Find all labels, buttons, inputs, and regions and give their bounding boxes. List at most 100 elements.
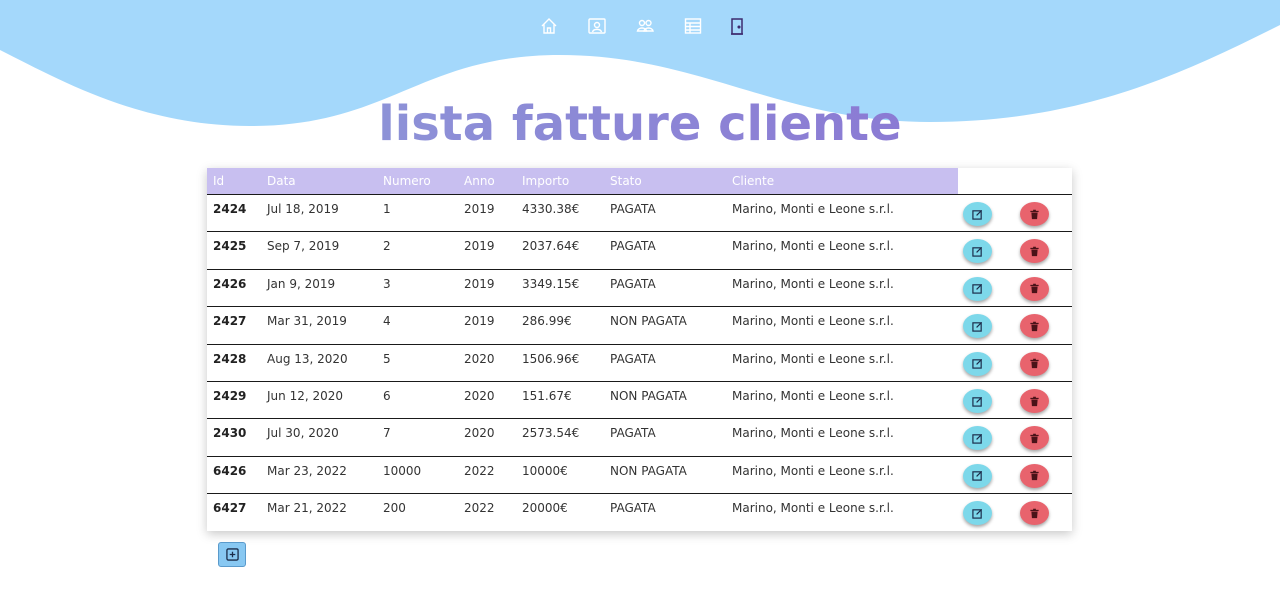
delete-invoice-button[interactable] bbox=[1020, 426, 1049, 451]
cell-numero: 2 bbox=[383, 239, 391, 254]
table-row: 2425 Sep 7, 2019 2 2019 2037.64€ PAGATA Marino… bbox=[207, 231, 1072, 268]
cell-data: Mar 31, 2019 bbox=[267, 314, 347, 329]
table-row: 2429 Jun 12, 2020 6 2020 151.67€ NON PAGATA Ma… bbox=[207, 381, 1072, 418]
cell-cliente: Marino, Monti e Leone s.r.l. bbox=[732, 463, 894, 478]
cell-importo: 3349.15€ bbox=[522, 276, 580, 291]
delete-invoice-button[interactable] bbox=[1020, 501, 1049, 526]
trash-icon bbox=[1030, 358, 1039, 369]
edit-invoice-button[interactable] bbox=[963, 276, 992, 301]
nav-profile[interactable] bbox=[587, 16, 607, 36]
trash-icon bbox=[1030, 209, 1039, 219]
add-invoice-button[interactable] bbox=[218, 542, 246, 567]
table-row: 2427 Mar 31, 2019 4 2019 286.99€ NON PAGATA Ma… bbox=[207, 306, 1072, 343]
cell-data: Sep 7, 2019 bbox=[267, 239, 340, 254]
cell-stato: PAGATA bbox=[610, 276, 656, 291]
edit-invoice-button[interactable] bbox=[963, 501, 992, 526]
edit-invoice-button[interactable] bbox=[963, 389, 992, 413]
column-header-importo: Importo bbox=[522, 174, 570, 188]
cell-data: Jan 9, 2019 bbox=[267, 276, 336, 291]
cell-importo: 2037.64€ bbox=[522, 239, 580, 254]
trash-icon bbox=[1030, 246, 1039, 256]
cell-data: Aug 13, 2020 bbox=[267, 351, 348, 366]
cell-id: 6427 bbox=[213, 501, 247, 516]
table-row: 6427 Mar 21, 2022 200 2022 20000€ PAGATA Marin… bbox=[207, 493, 1072, 530]
cell-stato: PAGATA bbox=[610, 239, 656, 254]
trash-icon bbox=[1030, 471, 1039, 481]
cell-stato: PAGATA bbox=[610, 202, 656, 216]
edit-icon bbox=[972, 246, 983, 257]
cell-data: Mar 21, 2022 bbox=[267, 501, 347, 516]
cell-numero: 200 bbox=[383, 501, 406, 516]
cell-numero: 6 bbox=[383, 389, 391, 403]
cell-cliente: Marino, Monti e Leone s.r.l. bbox=[732, 202, 894, 216]
edit-icon bbox=[972, 321, 983, 332]
edit-invoice-button[interactable] bbox=[963, 463, 992, 488]
edit-invoice-button[interactable] bbox=[963, 239, 992, 264]
cell-id: 2429 bbox=[213, 389, 247, 403]
cell-numero: 4 bbox=[383, 314, 391, 329]
cell-data: Jul 30, 2020 bbox=[267, 426, 339, 441]
delete-invoice-button[interactable] bbox=[1020, 389, 1049, 413]
delete-invoice-button[interactable] bbox=[1020, 239, 1049, 264]
cell-id: 2424 bbox=[213, 202, 247, 216]
edit-icon bbox=[972, 396, 983, 407]
table-row: 2430 Jul 30, 2020 7 2020 2573.54€ PAGATA Marin… bbox=[207, 418, 1072, 455]
cell-stato: PAGATA bbox=[610, 501, 656, 516]
delete-invoice-button[interactable] bbox=[1020, 351, 1049, 376]
cell-numero: 7 bbox=[383, 426, 391, 441]
invoice-table: Id Data Numero Anno Importo Stato Client… bbox=[207, 168, 1072, 531]
trash-icon bbox=[1030, 284, 1039, 294]
edit-icon bbox=[972, 209, 983, 220]
edit-icon bbox=[972, 359, 983, 369]
cell-data: Jul 18, 2019 bbox=[267, 202, 339, 216]
trash-icon bbox=[1030, 396, 1039, 406]
table-header: Id Data Numero Anno Importo Stato Client… bbox=[207, 168, 958, 194]
cell-id: 6426 bbox=[213, 463, 247, 478]
cell-importo: 286.99€ bbox=[522, 314, 572, 329]
page-title: lista fatture cliente bbox=[0, 96, 1280, 152]
column-header-numero: Numero bbox=[383, 174, 431, 188]
edit-icon bbox=[972, 284, 983, 294]
cell-data: Mar 23, 2022 bbox=[267, 463, 347, 478]
edit-invoice-button[interactable] bbox=[963, 202, 992, 226]
cell-numero: 1 bbox=[383, 202, 391, 216]
cell-id: 2427 bbox=[213, 314, 247, 329]
nav-logout[interactable] bbox=[727, 16, 747, 36]
delete-invoice-button[interactable] bbox=[1020, 463, 1049, 488]
table-row: 2426 Jan 9, 2019 3 2019 3349.15€ PAGATA Marino… bbox=[207, 268, 1072, 306]
delete-invoice-button[interactable] bbox=[1020, 202, 1049, 226]
cell-cliente: Marino, Monti e Leone s.r.l. bbox=[732, 426, 894, 441]
cell-anno: 2019 bbox=[464, 202, 495, 216]
top-nav bbox=[0, 16, 1280, 38]
column-header-data: Data bbox=[267, 174, 296, 188]
users-icon bbox=[636, 19, 654, 32]
cell-numero: 3 bbox=[383, 276, 391, 291]
nav-clients[interactable] bbox=[635, 16, 655, 36]
cell-anno: 2020 bbox=[464, 351, 495, 366]
edit-invoice-button[interactable] bbox=[963, 351, 992, 376]
trash-icon bbox=[1030, 321, 1039, 331]
cell-importo: 4330.38€ bbox=[522, 202, 580, 216]
column-header-id: Id bbox=[213, 174, 225, 188]
cell-importo: 1506.96€ bbox=[522, 351, 580, 366]
edit-invoice-button[interactable] bbox=[963, 426, 992, 451]
delete-invoice-button[interactable] bbox=[1020, 276, 1049, 301]
table-row: 6426 Mar 23, 2022 10000 2022 10000€ NON PAGAT… bbox=[207, 455, 1072, 493]
edit-icon bbox=[972, 433, 983, 444]
cell-cliente: Marino, Monti e Leone s.r.l. bbox=[732, 314, 894, 329]
column-header-stato: Stato bbox=[610, 174, 642, 188]
cell-stato: NON PAGATA bbox=[610, 389, 687, 403]
cell-anno: 2020 bbox=[464, 389, 495, 403]
plus-square-icon bbox=[225, 548, 239, 561]
nav-invoices[interactable] bbox=[683, 16, 703, 36]
column-header-anno: Anno bbox=[464, 174, 495, 188]
nav-home[interactable] bbox=[539, 16, 559, 36]
door-logout-icon bbox=[731, 18, 743, 35]
edit-invoice-button[interactable] bbox=[963, 314, 992, 339]
delete-invoice-button[interactable] bbox=[1020, 314, 1049, 339]
cell-anno: 2019 bbox=[464, 239, 495, 254]
cell-cliente: Marino, Monti e Leone s.r.l. bbox=[732, 389, 894, 403]
cell-numero: 5 bbox=[383, 351, 391, 366]
trash-icon bbox=[1030, 433, 1039, 443]
cell-stato: PAGATA bbox=[610, 426, 656, 441]
